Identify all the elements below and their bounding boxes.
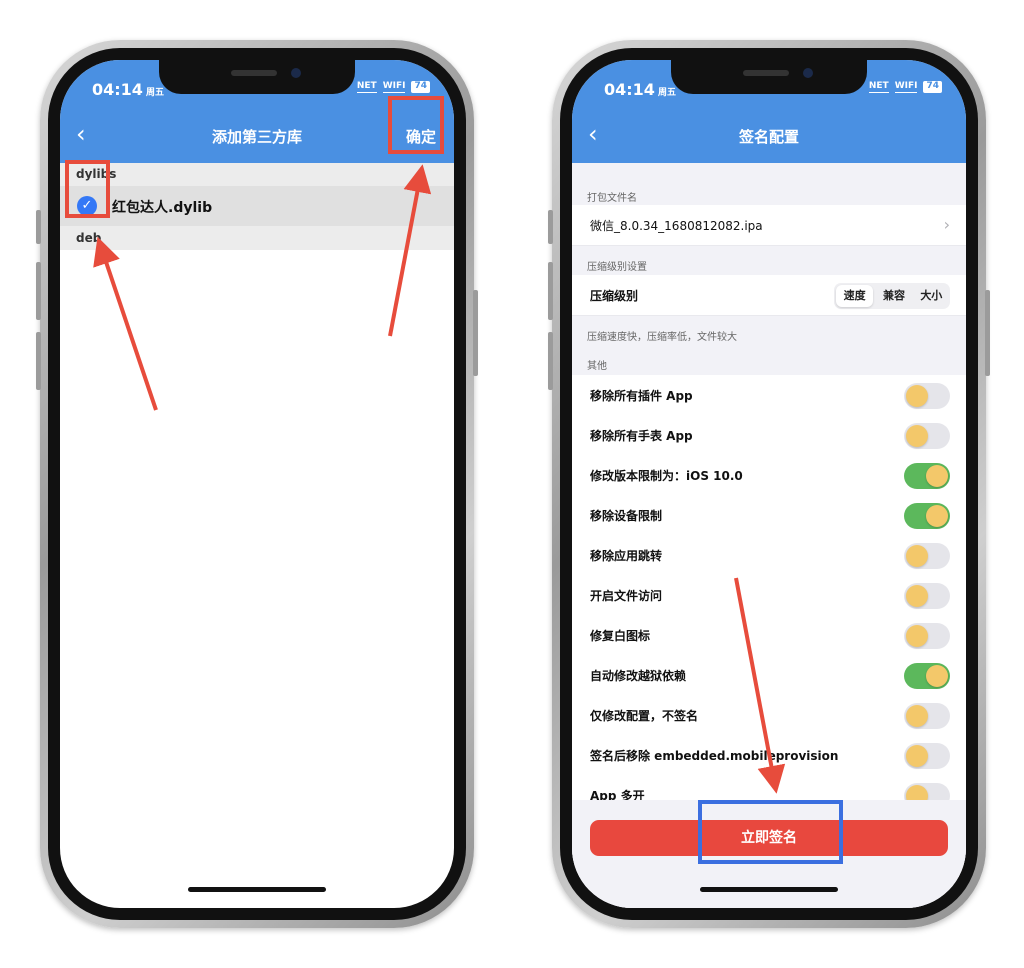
section-header-dylibs: dylibs bbox=[60, 163, 454, 186]
toggle-knob bbox=[926, 505, 948, 527]
toggle-row: 修复白图标 bbox=[572, 615, 966, 656]
side-button bbox=[548, 332, 553, 390]
compress-level-row: 压缩级别 速度 兼容 大小 bbox=[572, 275, 966, 316]
segment-compat[interactable]: 兼容 bbox=[875, 283, 912, 309]
left-screen: 04:14 周五 NET WIFI 74 ‹ 添加第三方库 确定 dylibs ✓… bbox=[60, 60, 454, 908]
package-filename-row[interactable]: 微信_8.0.34_1680812082.ipa › bbox=[572, 205, 966, 246]
toggle-switch[interactable] bbox=[904, 623, 950, 649]
toggle-row: 仅修改配置，不签名 bbox=[572, 695, 966, 736]
toggle-switch[interactable] bbox=[904, 583, 950, 609]
home-indicator bbox=[700, 887, 838, 892]
toggle-label: 开启文件访问 bbox=[590, 589, 663, 603]
toggle-row: 移除设备限制 bbox=[572, 495, 966, 536]
speaker bbox=[743, 70, 789, 76]
toggle-knob bbox=[906, 705, 928, 727]
toggle-knob bbox=[906, 745, 928, 767]
side-button bbox=[548, 210, 553, 244]
toggle-switch[interactable] bbox=[904, 463, 950, 489]
day-text: 周五 bbox=[657, 88, 676, 98]
net-indicator: NET bbox=[356, 81, 377, 93]
toggle-label: 移除所有手表 App bbox=[590, 429, 693, 443]
toggle-row: 修改版本限制为：iOS 10.0 bbox=[572, 455, 966, 496]
toggle-row: 自动修改越狱依赖 bbox=[572, 655, 966, 696]
toggle-knob bbox=[906, 625, 928, 647]
toggle-knob bbox=[906, 425, 928, 447]
status-time: 04:14 周五 bbox=[604, 80, 676, 99]
toggle-switch[interactable] bbox=[904, 743, 950, 769]
notch bbox=[671, 60, 867, 94]
toggle-knob bbox=[926, 665, 948, 687]
toggle-row: 移除应用跳转 bbox=[572, 535, 966, 576]
toggle-knob bbox=[926, 465, 948, 487]
wifi-indicator: WIFI bbox=[894, 81, 918, 93]
notch bbox=[159, 60, 355, 94]
section-header-deb: deb bbox=[60, 226, 454, 250]
side-button bbox=[36, 262, 41, 320]
status-indicators: NET WIFI 74 bbox=[868, 81, 942, 93]
toggle-label: 签名后移除 embedded.mobileprovision bbox=[590, 749, 839, 763]
side-button bbox=[548, 262, 553, 320]
side-button bbox=[473, 290, 478, 376]
list-item-dylib[interactable]: ✓ 红包达人.dylib bbox=[60, 186, 454, 226]
toggle-label: 移除应用跳转 bbox=[590, 549, 663, 563]
segment-speed[interactable]: 速度 bbox=[836, 285, 874, 307]
toggle-knob bbox=[906, 545, 928, 567]
segment-size[interactable]: 大小 bbox=[913, 283, 950, 309]
annotation-box-confirm bbox=[388, 96, 444, 154]
toggle-label: 仅修改配置，不签名 bbox=[590, 709, 699, 723]
group-label-package: 打包文件名 bbox=[587, 193, 637, 204]
side-button bbox=[36, 210, 41, 244]
speaker bbox=[231, 70, 277, 76]
side-button bbox=[985, 290, 990, 376]
page-title: 签名配置 bbox=[738, 128, 799, 146]
compress-label: 压缩级别 bbox=[590, 289, 639, 303]
toggle-knob bbox=[906, 385, 928, 407]
toggle-row: 移除所有插件 App bbox=[572, 375, 966, 416]
toggle-label: 移除所有插件 App bbox=[590, 389, 693, 403]
settings-list[interactable]: 打包文件名 微信_8.0.34_1680812082.ipa › 压缩级别设置 … bbox=[572, 163, 966, 908]
toggle-label: 修改版本限制为：iOS 10.0 bbox=[590, 469, 743, 483]
right-screen: 打包文件名 微信_8.0.34_1680812082.ipa › 压缩级别设置 … bbox=[572, 60, 966, 908]
dylib-label: 红包达人.dylib bbox=[112, 200, 213, 216]
wifi-indicator: WIFI bbox=[382, 81, 406, 93]
chevron-right-icon: › bbox=[943, 215, 950, 234]
toggle-switch[interactable] bbox=[904, 663, 950, 689]
status-time: 04:14 周五 bbox=[92, 80, 164, 99]
camera bbox=[291, 68, 301, 78]
battery-indicator: 74 bbox=[411, 81, 430, 93]
net-indicator: NET bbox=[868, 81, 889, 93]
toggle-label: 自动修改越狱依赖 bbox=[590, 669, 687, 683]
toggle-switch[interactable] bbox=[904, 423, 950, 449]
status-indicators: NET WIFI 74 bbox=[356, 81, 430, 93]
home-indicator bbox=[188, 887, 326, 892]
toggle-row: 开启文件访问 bbox=[572, 575, 966, 616]
time-text: 04:14 bbox=[92, 80, 143, 99]
group-label-compress: 压缩级别设置 bbox=[587, 262, 647, 273]
phone-bezel: 打包文件名 微信_8.0.34_1680812082.ipa › 压缩级别设置 … bbox=[560, 48, 978, 920]
toggle-switch[interactable] bbox=[904, 703, 950, 729]
toggle-label: 移除设备限制 bbox=[590, 509, 663, 523]
battery-indicator: 74 bbox=[923, 81, 942, 93]
camera bbox=[803, 68, 813, 78]
time-text: 04:14 bbox=[604, 80, 655, 99]
group-label-other: 其他 bbox=[587, 361, 607, 372]
toggle-knob bbox=[906, 585, 928, 607]
annotation-box-sign-button bbox=[698, 800, 843, 864]
toggle-switch[interactable] bbox=[904, 383, 950, 409]
compress-note: 压缩速度快，压缩率低，文件较大 bbox=[587, 332, 737, 343]
right-phone: 打包文件名 微信_8.0.34_1680812082.ipa › 压缩级别设置 … bbox=[548, 40, 990, 928]
toggle-row: 移除所有手表 App bbox=[572, 415, 966, 456]
toggle-label: 修复白图标 bbox=[590, 629, 651, 643]
compress-segmented-control[interactable]: 速度 兼容 大小 bbox=[834, 283, 950, 309]
package-filename: 微信_8.0.34_1680812082.ipa bbox=[590, 219, 763, 233]
side-button bbox=[36, 332, 41, 390]
toggle-switch[interactable] bbox=[904, 543, 950, 569]
annotation-box-checkbox bbox=[65, 160, 110, 218]
day-text: 周五 bbox=[145, 88, 164, 98]
toggle-row: 签名后移除 embedded.mobileprovision bbox=[572, 735, 966, 776]
toggle-switch[interactable] bbox=[904, 503, 950, 529]
phone-bezel: 04:14 周五 NET WIFI 74 ‹ 添加第三方库 确定 dylibs ✓… bbox=[48, 48, 466, 920]
